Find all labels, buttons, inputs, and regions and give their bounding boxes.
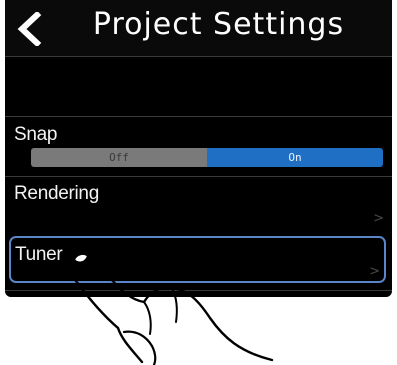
chevron-left-icon[interactable] xyxy=(15,10,43,48)
snap-on-option[interactable]: On xyxy=(207,148,383,167)
chevron-right-icon: > xyxy=(369,264,380,279)
device-screen: Project Settings Snap Off On Rendering >… xyxy=(5,0,392,297)
snap-off-option[interactable]: Off xyxy=(31,148,207,167)
row-divider xyxy=(5,290,392,291)
snap-label: Snap xyxy=(14,124,58,145)
rendering-label: Rendering xyxy=(14,183,99,204)
row-divider xyxy=(5,116,392,117)
tuner-label: Tuner xyxy=(15,244,63,265)
header-divider xyxy=(5,56,392,57)
tuner-row[interactable]: Tuner > xyxy=(9,236,386,283)
page-title: Project Settings xyxy=(92,7,345,42)
header-bar: Project Settings xyxy=(5,0,392,56)
rendering-row[interactable]: Rendering > xyxy=(5,177,392,235)
snap-toggle[interactable]: Off On xyxy=(31,148,383,167)
chevron-right-icon: > xyxy=(373,211,384,226)
chevron-left-icon-graphic xyxy=(17,10,42,48)
